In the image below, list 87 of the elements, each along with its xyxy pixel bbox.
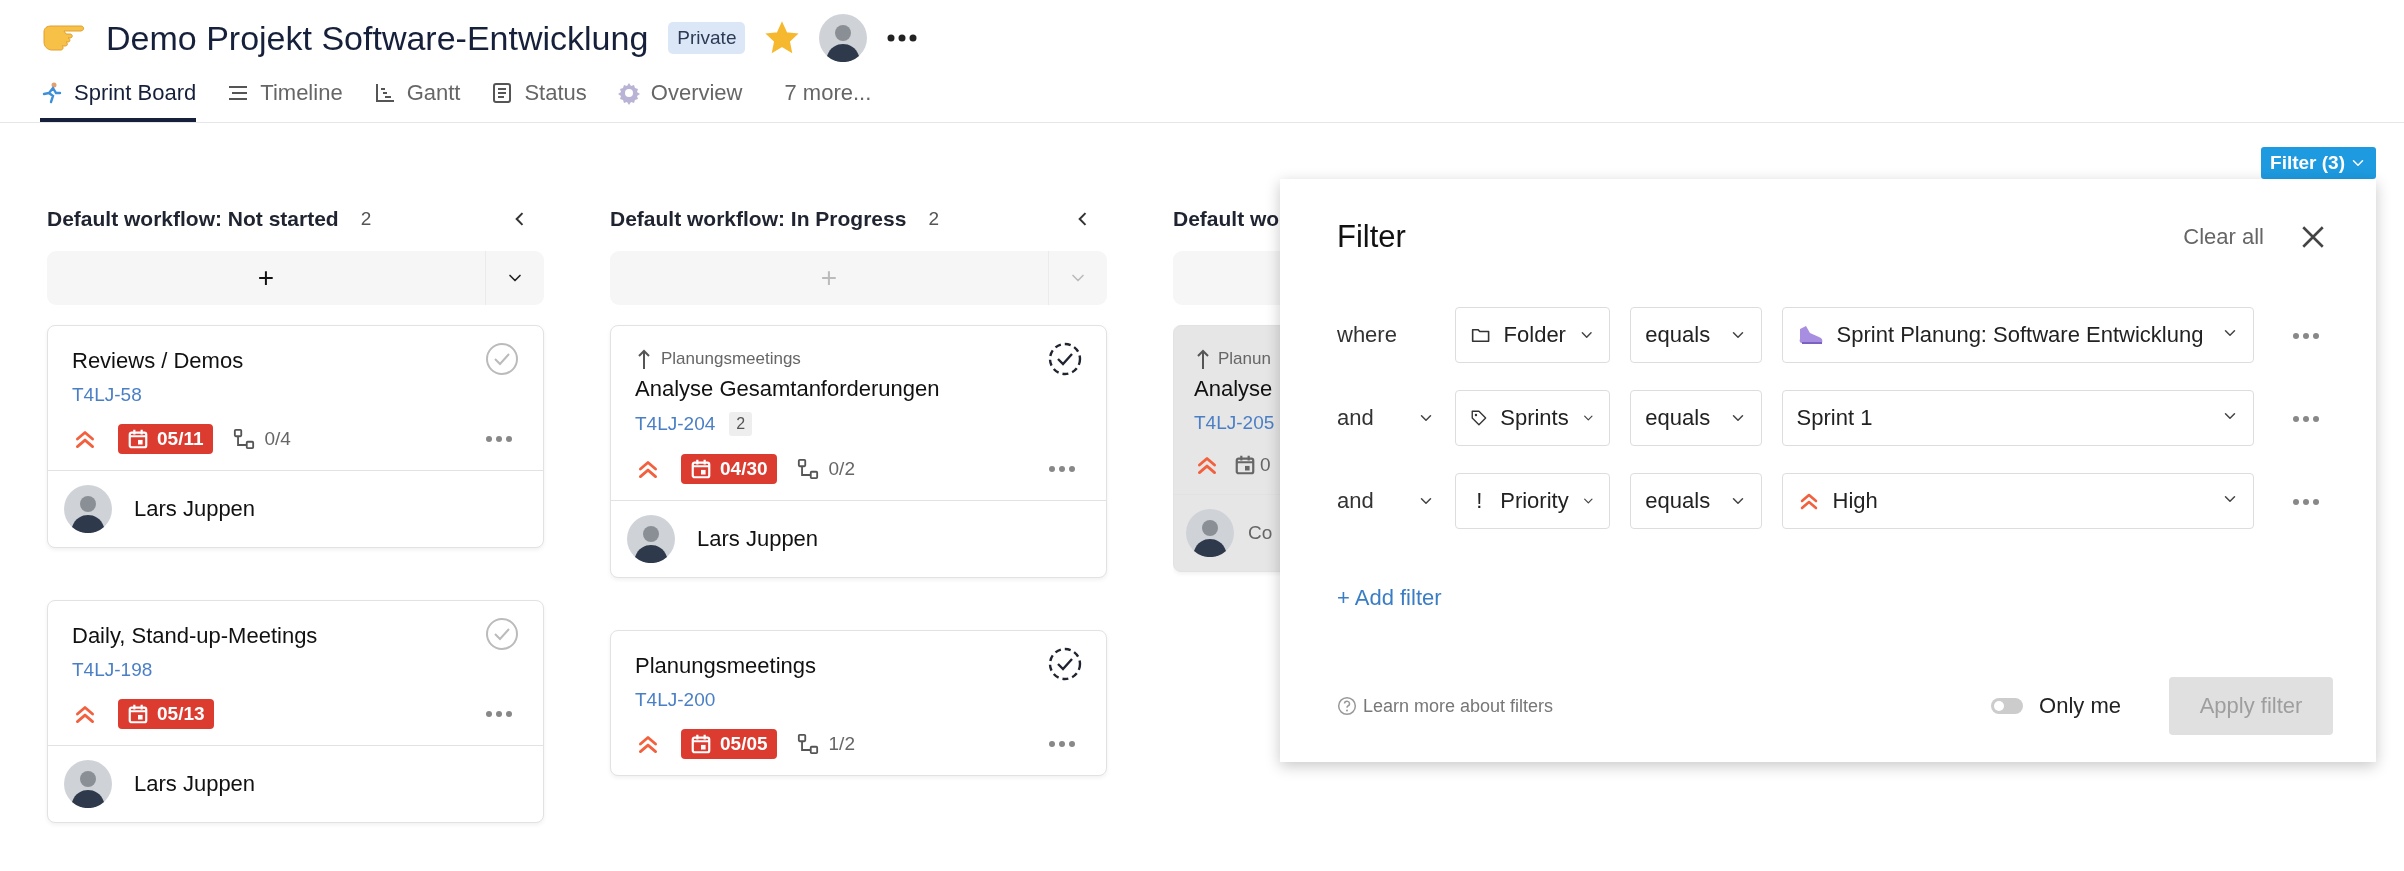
help-link[interactable]: Learn more about filters — [1363, 695, 1554, 717]
column-count: 2 — [928, 208, 939, 230]
value-dropdown[interactable]: High — [1781, 473, 2254, 529]
star-icon[interactable] — [765, 21, 800, 55]
calendar-icon — [127, 703, 149, 725]
due-date[interactable]: 04/30 — [681, 454, 777, 484]
card-title: Analyse — [1194, 376, 1273, 402]
operator-dropdown[interactable]: equals — [1630, 307, 1762, 363]
subtasks-icon — [796, 458, 819, 480]
calendar-icon — [127, 428, 149, 450]
filter-button[interactable]: Filter (3) — [2261, 147, 2376, 179]
card-title: Daily, Stand-up-Meetings — [72, 623, 318, 649]
more-icon[interactable] — [887, 34, 918, 42]
privacy-badge: Private — [668, 22, 746, 54]
exclamation-mark: ! — [1475, 488, 1484, 514]
check-circle-icon[interactable] — [485, 617, 519, 651]
only-me-toggle[interactable] — [1991, 698, 2024, 714]
close-icon[interactable] — [2300, 224, 2326, 250]
field-dropdown[interactable]: ! Priority — [1455, 473, 1611, 529]
task-id[interactable]: T4LJ-200 — [635, 689, 716, 711]
avatar-icon — [64, 485, 112, 533]
tab[interactable]: Gantt — [372, 74, 461, 122]
calendar-icon — [690, 733, 712, 755]
clear-all-button[interactable]: Clear all — [2177, 223, 2270, 251]
due-date[interactable]: 05/05 — [681, 729, 777, 759]
assignee-name: Lars Juppen — [134, 771, 256, 797]
avatar-icon — [819, 14, 868, 62]
calendar-icon — [1234, 454, 1256, 476]
task-id[interactable]: T4LJ-58 — [72, 384, 142, 406]
help-icon — [1337, 696, 1357, 716]
task-id[interactable]: T4LJ-205 — [1194, 412, 1275, 434]
column-title: Default wo — [1173, 207, 1280, 231]
tab[interactable]: Sprint Board — [40, 74, 197, 122]
task-id[interactable]: T4LJ-198 — [72, 659, 153, 681]
parent-task[interactable]: Planungsmeetings — [661, 349, 801, 369]
subtask-count: 1/2 — [828, 733, 855, 755]
operator-dropdown[interactable]: equals — [1630, 473, 1762, 529]
calendar-icon — [690, 458, 712, 480]
due-date[interactable]: 05/13 — [118, 699, 214, 729]
conjunction-label[interactable]: and — [1337, 488, 1374, 514]
due-date[interactable]: 05/11 — [118, 424, 213, 454]
add-task-button[interactable]: + — [47, 251, 485, 305]
value-dropdown[interactable]: Sprint 1 — [1781, 390, 2254, 446]
task-card[interactable]: Daily, Stand-up-Meetings T4LJ-198 05/13 Lars Juppen — [47, 600, 544, 823]
task-card[interactable]: Planungsmeetings Analyse Gesamtanforderungen T4LJ-204 2 04/30 0/2 Lars Juppen — [610, 325, 1107, 578]
card-title: Analyse Gesamtanforderungen — [635, 376, 940, 402]
due-date[interactable]: 0 — [1234, 454, 1271, 476]
column-count: 2 — [360, 208, 372, 230]
gear-icon — [616, 81, 641, 105]
conjunction-label[interactable]: and — [1337, 405, 1374, 431]
card-title: Planungsmeetings — [635, 653, 816, 679]
task-id[interactable]: T4LJ-204 — [635, 413, 716, 435]
assignee-name: Co — [1248, 522, 1273, 544]
field-dropdown[interactable]: Folder — [1455, 307, 1611, 363]
tab[interactable]: 7 more... — [784, 74, 872, 122]
toggle-label: Only me — [2039, 693, 2121, 719]
subtask-count: 0/2 — [828, 458, 855, 480]
assignee-name: Lars Juppen — [134, 496, 256, 522]
tab[interactable]: Overview — [616, 74, 743, 122]
avatar-icon — [627, 515, 675, 563]
runner-icon — [40, 81, 64, 105]
avatar-icon — [64, 760, 112, 808]
field-dropdown[interactable]: Sprints — [1455, 390, 1611, 446]
avatar-icon — [1186, 509, 1234, 557]
column-title: Default workflow: In Progress — [610, 207, 907, 231]
conjunction-label: where — [1337, 322, 1397, 348]
card-title: Reviews / Demos — [72, 348, 244, 374]
subtasks-icon — [232, 428, 255, 450]
assignee-name: Lars Juppen — [697, 526, 819, 552]
check-circle-icon[interactable] — [485, 342, 519, 376]
panel-title: Filter — [1337, 219, 1406, 255]
task-card[interactable]: Reviews / Demos T4LJ-58 05/11 0/4 Lars Juppen — [47, 325, 544, 548]
project-title: Demo Projekt Software-Entwicklung — [106, 18, 649, 58]
tab[interactable]: Status — [490, 74, 587, 122]
subtask-count: 0/4 — [264, 428, 291, 450]
task-card[interactable]: Planun Analyse T4LJ-205 0 Co — [1173, 325, 1280, 572]
value-dropdown[interactable]: Sprint Planung: Software Entwicklung — [1781, 307, 2254, 363]
column-title: Default workflow: Not started — [47, 207, 339, 231]
tab[interactable]: Timeline — [226, 74, 343, 122]
dashed-check-circle-icon[interactable] — [1048, 647, 1082, 681]
task-card[interactable]: Planungsmeetings T4LJ-200 05/05 1/2 — [610, 630, 1107, 776]
operator-dropdown[interactable]: equals — [1630, 390, 1762, 446]
subtasks-icon — [796, 733, 819, 755]
add-filter-link[interactable]: + Add filter — [1337, 585, 1442, 611]
dashed-check-circle-icon[interactable] — [1048, 342, 1082, 376]
count-badge: 2 — [729, 412, 753, 436]
parent-task[interactable]: Planun — [1218, 349, 1271, 369]
